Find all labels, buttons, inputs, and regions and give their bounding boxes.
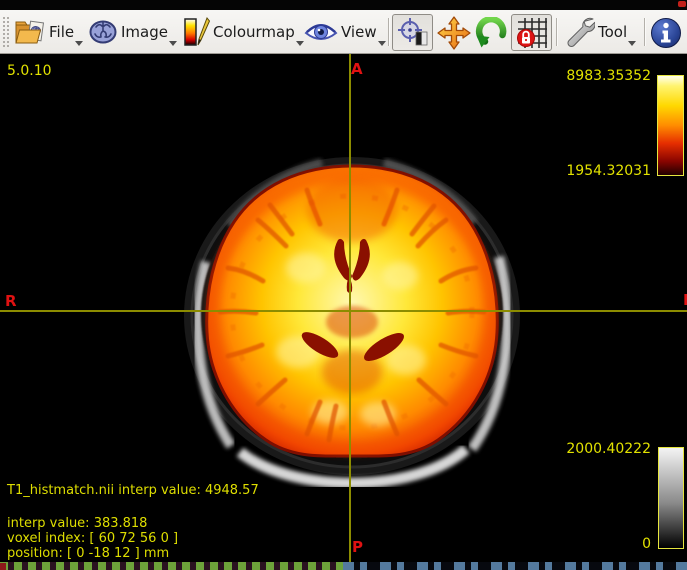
grid-lock-icon xyxy=(516,17,548,49)
brain-icon xyxy=(88,17,118,47)
window-close-icon[interactable] xyxy=(678,1,686,7)
colourmap-menu-label: Colourmap xyxy=(213,23,295,41)
info-button[interactable] xyxy=(648,14,684,51)
position-status: position: [ 0 -18 12 ] mm xyxy=(7,546,169,561)
image-menu-button[interactable]: Image xyxy=(86,13,178,51)
colourmap-menu-button[interactable]: Colourmap xyxy=(178,13,305,51)
grid-lock-toggle[interactable] xyxy=(511,14,552,51)
wrench-icon xyxy=(563,16,595,48)
toolbar-separator xyxy=(556,18,558,46)
overlay-interp-status: T1_histmatch.nii interp value: 4948.57 xyxy=(7,483,259,498)
chevron-down-icon xyxy=(169,41,177,46)
chevron-down-icon xyxy=(378,41,386,46)
file-menu-label: File xyxy=(49,23,74,41)
clipped-bottom-strip xyxy=(0,562,687,570)
background-colorbar-min: 0 xyxy=(531,536,651,552)
overlay-colorbar-max: 8983.35352 xyxy=(531,68,651,84)
rotate-tool-button[interactable] xyxy=(471,14,509,51)
crosshair-contrast-icon xyxy=(397,17,429,49)
bottom-strip-left-pattern xyxy=(0,562,343,570)
mricrogl-window: File Image xyxy=(0,0,687,570)
bottom-strip-right-pattern xyxy=(343,562,687,570)
overlay-colorbar xyxy=(657,75,684,176)
toolbar-separator xyxy=(644,18,646,46)
crosshair-contrast-toggle[interactable] xyxy=(392,14,433,51)
rotate-arrow-icon xyxy=(473,17,507,49)
toolbar-separator xyxy=(388,18,390,46)
voxel-index-status: voxel index: [ 60 72 56 0 ] xyxy=(7,531,178,546)
tool-menu-label: Tool xyxy=(598,23,627,41)
crosshair-horizontal-line[interactable] xyxy=(0,310,687,312)
orientation-left-label: L xyxy=(683,290,687,306)
file-menu-button[interactable]: File xyxy=(12,13,84,51)
orientation-anterior-label: A xyxy=(351,60,363,78)
background-colorbar xyxy=(658,447,684,549)
toolbar-grip-handle[interactable] xyxy=(2,16,9,48)
image-menu-label: Image xyxy=(121,23,168,41)
colourmap-pencil-icon xyxy=(180,17,210,47)
crosshair-vertical-line[interactable] xyxy=(349,54,351,562)
eye-icon xyxy=(304,19,338,45)
interp-value-status: interp value: 383.818 xyxy=(7,516,147,531)
view-menu-button[interactable]: View xyxy=(302,13,387,51)
info-icon xyxy=(650,17,682,49)
folder-brain-icon xyxy=(14,17,46,47)
orientation-right-label: R xyxy=(5,292,17,310)
orientation-posterior-label: P xyxy=(352,538,363,556)
titlebar-strip xyxy=(0,0,687,10)
overlay-colorbar-min: 1954.32031 xyxy=(531,163,651,179)
view-menu-label: View xyxy=(341,23,377,41)
chevron-down-icon xyxy=(628,41,636,46)
tool-menu-button[interactable]: Tool xyxy=(561,13,637,51)
toolbar: File Image xyxy=(0,10,687,54)
move-tool-button[interactable] xyxy=(436,14,472,51)
bottom-strip-red-block xyxy=(0,563,6,570)
move-arrows-icon xyxy=(437,16,471,50)
chevron-down-icon xyxy=(75,41,83,46)
background-colorbar-max: 2000.40222 xyxy=(531,441,651,457)
version-label: 5.0.10 xyxy=(7,63,52,79)
